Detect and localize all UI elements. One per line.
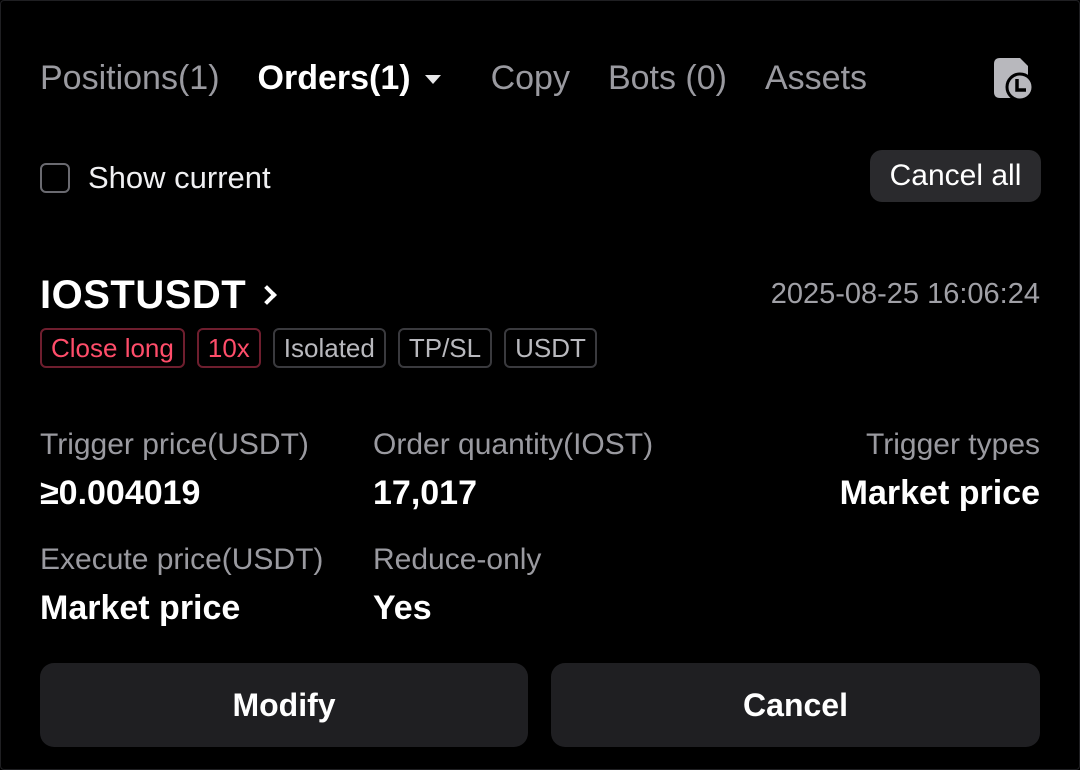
- order-history-icon: [994, 58, 1035, 102]
- order-timestamp: 2025-08-25 16:06:24: [770, 278, 1040, 310]
- execute-price-label: Execute price(USDT): [40, 543, 324, 576]
- tag-tpsl: TP/SL: [397, 328, 493, 368]
- cancel-button[interactable]: Cancel: [551, 663, 1040, 747]
- caret-down-icon[interactable]: [424, 74, 441, 84]
- reduce-only-value: Yes: [373, 589, 432, 627]
- symbol-link[interactable]: IOSTUSDT: [40, 272, 278, 318]
- tab-assets[interactable]: Assets: [765, 59, 867, 98]
- order-tabs: Positions(1) Orders(1) Copy Bots (0) Ass…: [40, 56, 867, 100]
- tag-side: Close long: [40, 328, 185, 368]
- cancel-all-button[interactable]: Cancel all: [870, 150, 1041, 202]
- trigger-price-value: ≥0.004019: [40, 474, 201, 512]
- symbol-name: IOSTUSDT: [40, 272, 247, 317]
- execute-price-value: Market price: [40, 589, 241, 627]
- order-quantity-label: Order quantity(IOST): [373, 428, 654, 461]
- chevron-right-icon: [257, 285, 278, 305]
- show-current-checkbox[interactable]: [40, 163, 70, 193]
- order-tags: Close long 10x Isolated TP/SL USDT: [40, 328, 609, 368]
- trigger-price-label: Trigger price(USDT): [40, 428, 309, 461]
- order-history-button[interactable]: [990, 54, 1038, 102]
- tag-margin-mode: Isolated: [272, 328, 386, 368]
- panel-frame: [0, 0, 1080, 770]
- order-quantity-value: 17,017: [373, 474, 477, 512]
- show-current-label: Show current: [88, 160, 271, 195]
- tab-positions[interactable]: Positions(1): [40, 59, 220, 98]
- show-current-toggle[interactable]: Show current: [40, 158, 271, 198]
- tag-leverage: 10x: [196, 328, 261, 368]
- tab-orders-label: Orders(1): [257, 58, 411, 97]
- tab-bots[interactable]: Bots (0): [608, 59, 727, 98]
- modify-button[interactable]: Modify: [40, 663, 528, 747]
- tab-orders[interactable]: Orders(1): [258, 59, 441, 98]
- trigger-types-value: Market price: [839, 474, 1040, 512]
- trigger-types-label: Trigger types: [866, 428, 1040, 461]
- tag-settle-currency: USDT: [504, 328, 597, 368]
- tab-copy[interactable]: Copy: [491, 59, 570, 98]
- reduce-only-label: Reduce-only: [373, 543, 542, 576]
